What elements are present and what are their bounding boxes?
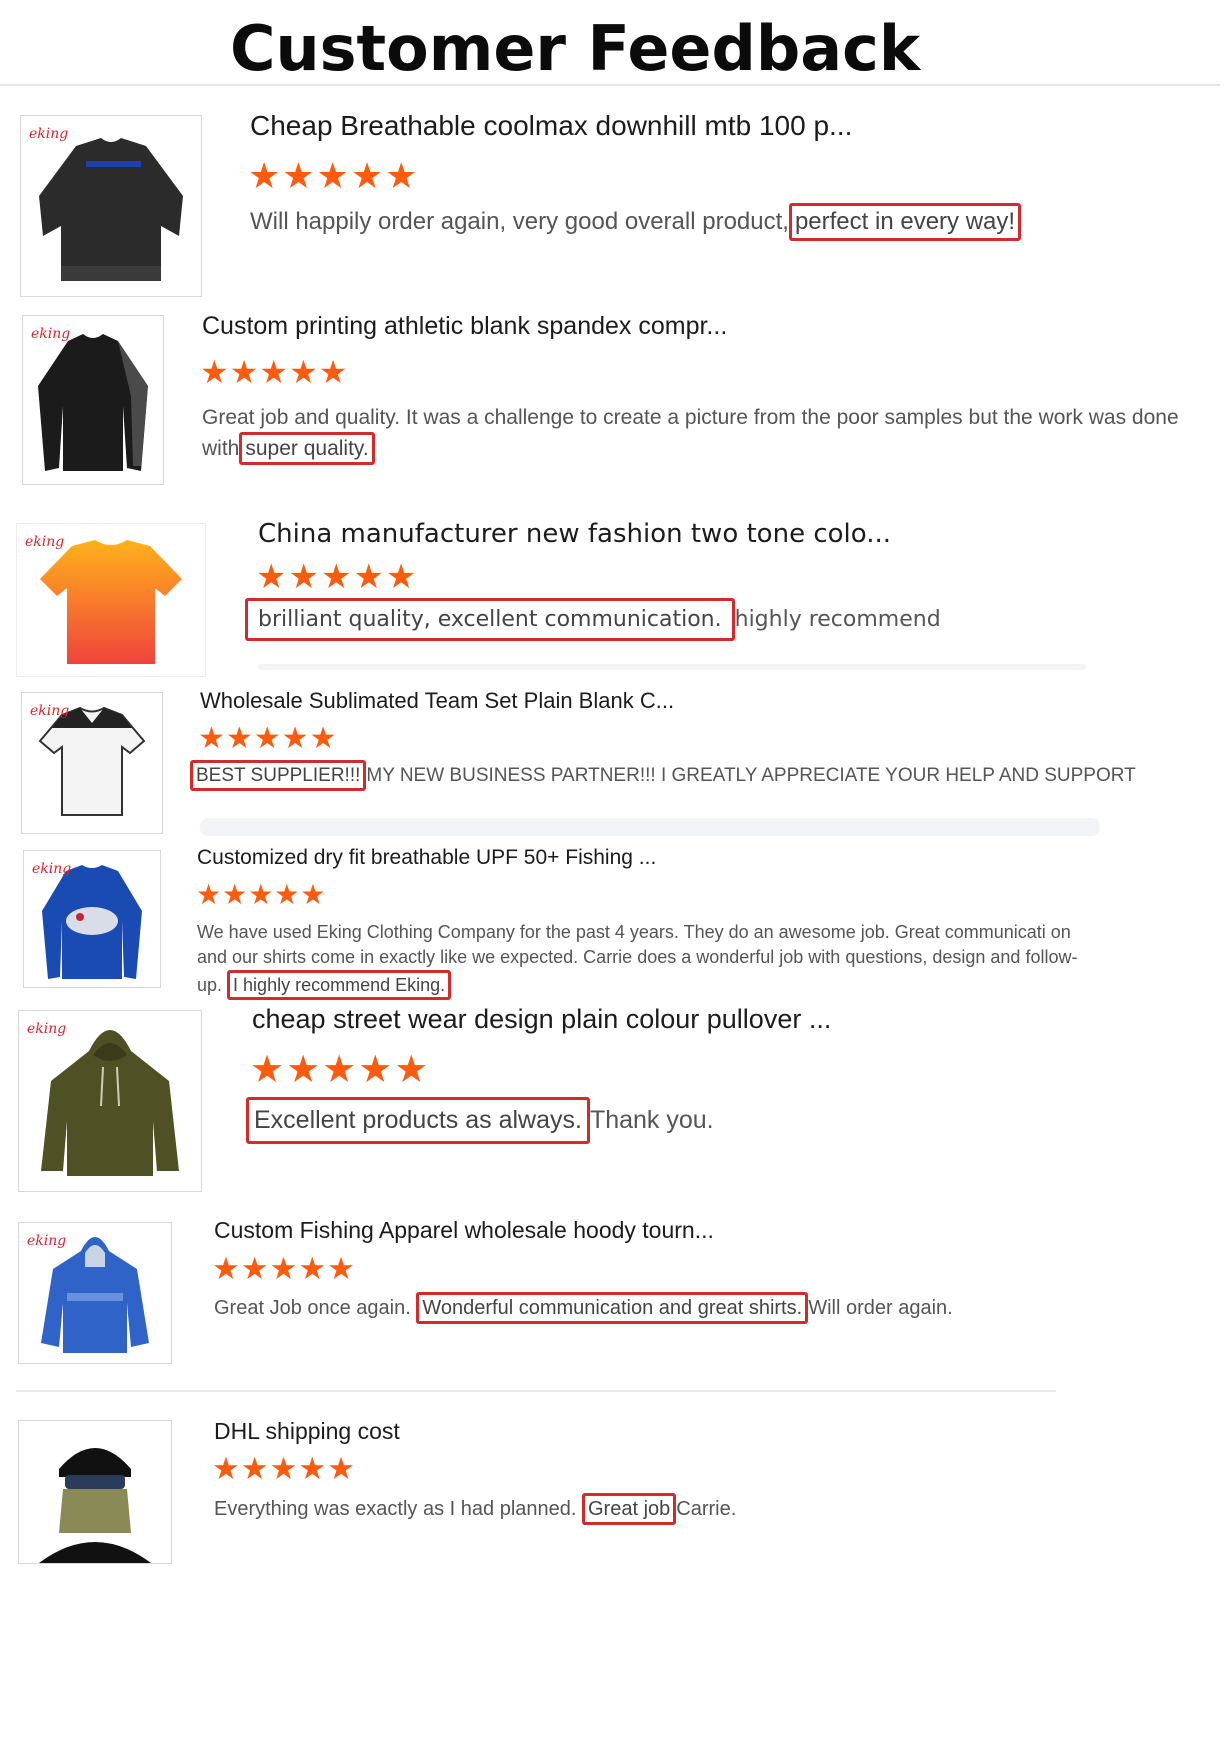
- brand-logo: eking: [29, 126, 69, 142]
- highlighted-phrase: brilliant quality, excellent communicati…: [245, 598, 735, 642]
- review-comment: BEST SUPPLIER!!! MY NEW BUSINESS PARTNER!…: [190, 760, 1200, 792]
- review-comment: Excellent products as always. Thank you.: [246, 1097, 1186, 1144]
- star-rating: ★★★★★: [250, 1049, 431, 1091]
- brand-logo: eking: [27, 1021, 67, 1037]
- product-title[interactable]: Customized dry fit breathable UPF 50+ Fi…: [197, 846, 656, 870]
- brand-logo: eking: [30, 703, 70, 719]
- highlighted-phrase: Wonderful communication and great shirts…: [416, 1292, 809, 1325]
- review-comment: Great Job once again. Wonderful communic…: [214, 1292, 1194, 1325]
- comment-text: Thank you.: [589, 1106, 714, 1134]
- review-comment: We have used Eking Clothing Company for …: [197, 920, 1087, 1001]
- highlighted-phrase: perfect in every way!: [788, 203, 1022, 241]
- comment-text: Great Job once again.: [214, 1297, 411, 1319]
- white-rugby-jersey-icon[interactable]: eking: [21, 692, 163, 834]
- comment-text: Carrie.: [676, 1498, 737, 1520]
- face-mask-man-icon[interactable]: [18, 1420, 172, 1564]
- black-compression-shirt-icon[interactable]: eking: [22, 315, 164, 485]
- product-title[interactable]: Cheap Breathable coolmax downhill mtb 10…: [250, 110, 852, 142]
- highlighted-phrase: I highly recommend Eking.: [227, 969, 452, 1001]
- product-title[interactable]: Custom printing athletic blank spandex c…: [202, 312, 727, 341]
- review-comment: brilliant quality, excellent communicati…: [245, 598, 1205, 642]
- highlighted-phrase: Excellent products as always.: [246, 1097, 590, 1144]
- title-divider: [0, 84, 1220, 86]
- page-title: Customer Feedback: [229, 12, 921, 85]
- star-rating: ★★★★★: [212, 1251, 356, 1286]
- comment-text: MY NEW BUSINESS PARTNER!!! I GREATLY APP…: [366, 765, 1136, 786]
- black-mtb-jersey-icon[interactable]: eking: [20, 115, 202, 297]
- orange-gradient-tshirt-icon[interactable]: eking: [16, 523, 206, 677]
- star-rating: ★★★★★: [196, 879, 327, 910]
- comment-text: Will order again.: [808, 1297, 953, 1319]
- olive-hoodie-icon[interactable]: eking: [18, 1010, 202, 1192]
- comment-text: highly recommend: [734, 607, 941, 632]
- comment-text: Will happily order again, very good over…: [250, 208, 789, 235]
- review-comment: Everything was exactly as I had planned.…: [214, 1493, 1194, 1526]
- product-title[interactable]: China manufacturer new fashion two tone …: [258, 519, 891, 549]
- product-title[interactable]: Wholesale Sublimated Team Set Plain Blan…: [200, 688, 674, 714]
- review-comment: Will happily order again, very good over…: [250, 203, 1210, 241]
- review-comment: Great job and quality. It was a challeng…: [202, 404, 1212, 466]
- divider: [258, 664, 1086, 670]
- star-rating: ★★★★★: [212, 1451, 356, 1486]
- divider: [200, 818, 1100, 836]
- brand-logo: eking: [32, 861, 72, 877]
- blue-fishing-shirt-icon[interactable]: eking: [23, 850, 161, 988]
- divider: [16, 1390, 1056, 1392]
- highlighted-phrase: Great job: [582, 1493, 677, 1526]
- brand-logo: eking: [31, 326, 71, 342]
- product-title[interactable]: cheap street wear design plain colour pu…: [252, 1004, 831, 1035]
- comment-text: Everything was exactly as I had planned.: [214, 1498, 577, 1520]
- highlighted-phrase: BEST SUPPLIER!!!: [190, 760, 367, 792]
- product-title[interactable]: Custom Fishing Apparel wholesale hoody t…: [214, 1217, 714, 1244]
- star-rating: ★★★★★: [256, 558, 419, 596]
- brand-logo: eking: [27, 1233, 67, 1249]
- highlighted-phrase: super quality.: [239, 431, 375, 466]
- blue-fishing-hoody-icon[interactable]: eking: [18, 1222, 172, 1364]
- star-rating: ★★★★★: [200, 354, 349, 390]
- brand-logo: eking: [25, 534, 65, 550]
- star-rating: ★★★★★: [248, 155, 420, 196]
- product-title[interactable]: DHL shipping cost: [214, 1418, 400, 1445]
- star-rating: ★★★★★: [198, 722, 338, 755]
